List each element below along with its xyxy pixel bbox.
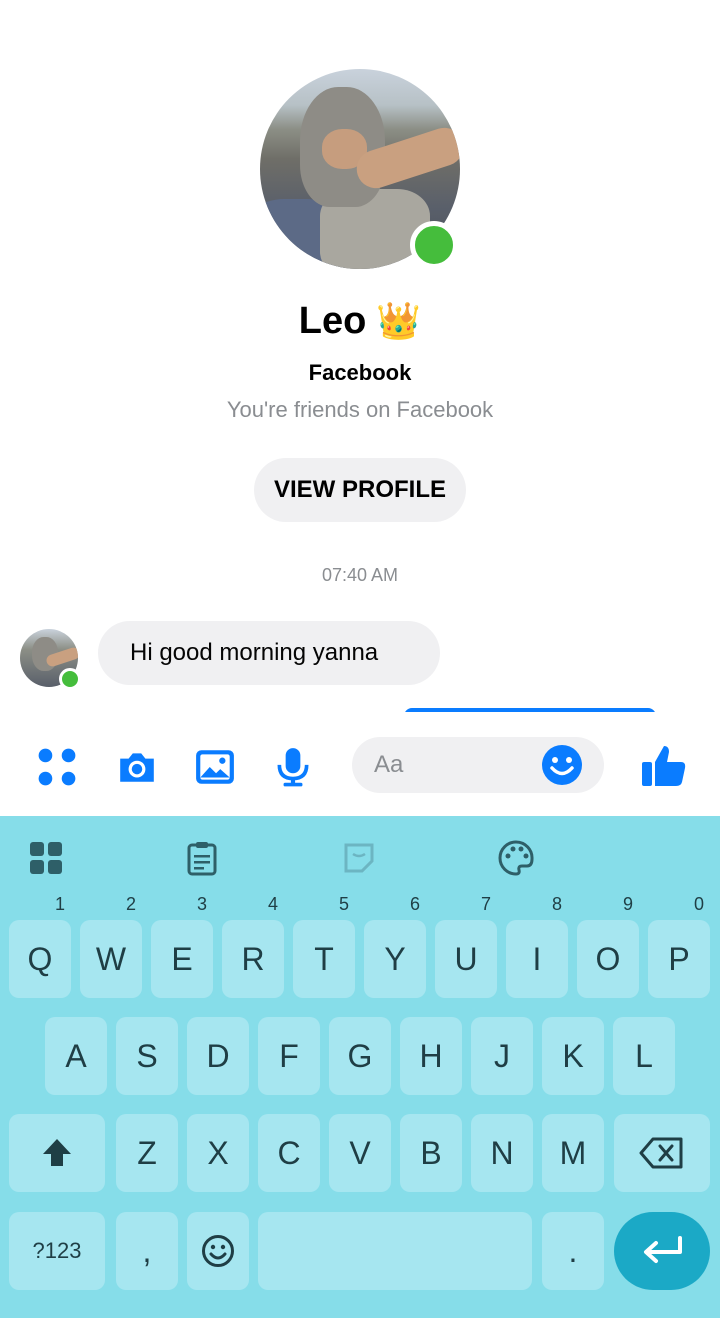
message-input-field[interactable] bbox=[352, 737, 604, 793]
key-l[interactable]: L bbox=[613, 1017, 675, 1095]
online-status-indicator bbox=[410, 221, 458, 269]
thumbs-up-icon[interactable] bbox=[640, 742, 688, 790]
message-input[interactable] bbox=[374, 745, 534, 785]
key-r[interactable]: R4 bbox=[222, 894, 284, 998]
key-h[interactable]: H bbox=[400, 1017, 462, 1095]
key-u[interactable]: U7 bbox=[435, 894, 497, 998]
key-x[interactable]: X bbox=[187, 1114, 249, 1192]
backspace-icon bbox=[639, 1137, 683, 1169]
key-hint: 9 bbox=[622, 894, 633, 914]
sender-online-indicator bbox=[59, 668, 81, 690]
shift-key[interactable] bbox=[9, 1114, 105, 1192]
key-o[interactable]: O9 bbox=[577, 894, 639, 998]
key-label: E bbox=[171, 941, 193, 977]
key-hint: 4 bbox=[267, 894, 278, 914]
view-profile-button[interactable]: VIEW PROFILE bbox=[254, 458, 466, 522]
friends-status-text: You're friends on Facebook bbox=[226, 397, 494, 422]
key-p[interactable]: P0 bbox=[648, 894, 710, 998]
shift-icon bbox=[43, 1139, 71, 1166]
key-d[interactable]: D bbox=[187, 1017, 249, 1095]
key-a[interactable]: A bbox=[45, 1017, 107, 1095]
enter-icon bbox=[644, 1236, 682, 1263]
key-label: Q bbox=[27, 941, 53, 977]
on-screen-keyboard: Q1 W2 E3 R4 T5 Y6 U7 I8 O9 P0 A S D F G … bbox=[0, 816, 720, 1318]
palette-icon[interactable] bbox=[498, 840, 534, 876]
key-k[interactable]: K bbox=[542, 1017, 604, 1095]
comma-key[interactable]: , bbox=[116, 1212, 178, 1290]
key-label: W bbox=[95, 941, 127, 977]
key-hint: 8 bbox=[551, 894, 562, 914]
grid-icon[interactable] bbox=[28, 840, 64, 876]
sticker-icon[interactable] bbox=[341, 840, 377, 876]
space-key[interactable] bbox=[258, 1212, 532, 1290]
key-label: U bbox=[454, 941, 478, 977]
crown-emoji: 👑 bbox=[376, 300, 422, 341]
emoji-key[interactable] bbox=[187, 1212, 249, 1290]
message-timestamp: 07:40 AM bbox=[321, 565, 399, 585]
profile-name-row: Leo 👑 bbox=[0, 300, 720, 343]
smiley-icon[interactable] bbox=[540, 743, 584, 787]
key-hint: 0 bbox=[693, 894, 704, 914]
key-hint: 7 bbox=[480, 894, 491, 914]
key-hint: 5 bbox=[338, 894, 349, 914]
key-label: O bbox=[595, 941, 621, 977]
key-s[interactable]: S bbox=[116, 1017, 178, 1095]
key-v[interactable]: V bbox=[329, 1114, 391, 1192]
key-hint: 3 bbox=[196, 894, 207, 914]
key-hint: 1 bbox=[54, 894, 65, 914]
period-key[interactable]: . bbox=[542, 1212, 604, 1290]
key-m[interactable]: M bbox=[542, 1114, 604, 1192]
apps-icon[interactable] bbox=[36, 746, 78, 788]
key-label: Y bbox=[384, 941, 406, 977]
profile-name: Leo bbox=[298, 300, 367, 342]
gallery-icon[interactable] bbox=[194, 746, 236, 788]
key-w[interactable]: W2 bbox=[80, 894, 142, 998]
key-label: R bbox=[241, 941, 265, 977]
key-j[interactable]: J bbox=[471, 1017, 533, 1095]
key-f[interactable]: F bbox=[258, 1017, 320, 1095]
key-e[interactable]: E3 bbox=[151, 894, 213, 998]
message-composer bbox=[0, 712, 720, 816]
profile-platform: Facebook bbox=[308, 360, 412, 385]
symbols-key[interactable]: ?123 bbox=[9, 1212, 105, 1290]
key-hint: 2 bbox=[125, 894, 136, 914]
key-t[interactable]: T5 bbox=[293, 894, 355, 998]
enter-key[interactable] bbox=[614, 1212, 710, 1290]
key-g[interactable]: G bbox=[329, 1017, 391, 1095]
key-b[interactable]: B bbox=[400, 1114, 462, 1192]
clipboard-icon[interactable] bbox=[184, 840, 220, 876]
key-label: P bbox=[668, 941, 690, 977]
key-q[interactable]: Q1 bbox=[9, 894, 71, 998]
key-c[interactable]: C bbox=[258, 1114, 320, 1192]
smiley-icon bbox=[202, 1235, 234, 1267]
key-i[interactable]: I8 bbox=[506, 894, 568, 998]
microphone-icon[interactable] bbox=[272, 746, 314, 788]
key-label: I bbox=[532, 941, 542, 977]
key-hint: 6 bbox=[409, 894, 420, 914]
backspace-key[interactable] bbox=[614, 1114, 710, 1192]
key-y[interactable]: Y6 bbox=[364, 894, 426, 998]
key-label: T bbox=[314, 941, 334, 977]
key-z[interactable]: Z bbox=[116, 1114, 178, 1192]
message-bubble[interactable]: Hi good morning yanna bbox=[98, 621, 440, 685]
key-n[interactable]: N bbox=[471, 1114, 533, 1192]
camera-icon[interactable] bbox=[116, 746, 158, 788]
